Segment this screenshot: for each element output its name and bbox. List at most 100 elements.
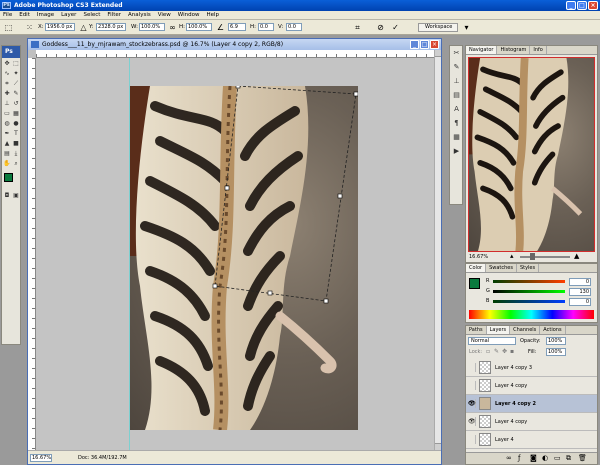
workspace-chevron-icon[interactable]: ▾ bbox=[461, 22, 472, 33]
navigator-zoom-value[interactable]: 16.67% bbox=[469, 254, 488, 260]
animation-icon[interactable]: ▶ bbox=[452, 147, 461, 156]
move-tool-icon[interactable]: ✥ bbox=[3, 60, 11, 68]
eyedropper-tool-icon[interactable]: ⤓ bbox=[12, 150, 20, 158]
lock-position-icon[interactable]: ✥ bbox=[502, 348, 507, 355]
eye-icon[interactable]: 👁 bbox=[468, 399, 476, 408]
tab-swatches[interactable]: Swatches bbox=[486, 264, 517, 272]
path-selection-tool-icon[interactable]: ▲ bbox=[3, 140, 11, 148]
menu-layer[interactable]: Layer bbox=[61, 12, 76, 18]
marquee-tool-icon[interactable]: ⬚ bbox=[12, 60, 20, 68]
layer-row[interactable]: Layer 4 bbox=[466, 431, 597, 449]
tool-presets-icon[interactable]: ✂ bbox=[452, 49, 461, 58]
brushes-icon[interactable]: ✎ bbox=[452, 63, 461, 72]
type-tool-icon[interactable]: T bbox=[12, 130, 20, 138]
magic-wand-tool-icon[interactable]: ✦ bbox=[12, 70, 20, 78]
layer-row[interactable]: 👁 Layer 4 copy bbox=[466, 413, 597, 431]
menu-analysis[interactable]: Analysis bbox=[128, 12, 151, 18]
skew-v-field[interactable]: 0.0 bbox=[286, 23, 302, 31]
layer-row[interactable]: Layer 4 copy bbox=[466, 377, 597, 395]
doc-maximize-button[interactable]: □ bbox=[420, 40, 429, 49]
new-group-icon[interactable]: ▭ bbox=[554, 454, 561, 462]
history-brush-tool-icon[interactable]: ↺ bbox=[12, 100, 20, 108]
menu-window[interactable]: Window bbox=[178, 12, 200, 18]
b-value-field[interactable]: 0 bbox=[569, 298, 591, 306]
menu-edit[interactable]: Edit bbox=[19, 12, 30, 18]
menu-filter[interactable]: Filter bbox=[107, 12, 121, 18]
skew-h-field[interactable]: 0.0 bbox=[258, 23, 274, 31]
zoom-out-icon[interactable]: ▴ bbox=[510, 252, 514, 260]
menu-file[interactable]: File bbox=[3, 12, 12, 18]
zoom-slider[interactable] bbox=[520, 256, 570, 258]
eraser-tool-icon[interactable]: ▭ bbox=[3, 110, 11, 118]
menu-image[interactable]: Image bbox=[37, 12, 54, 18]
ruler-horizontal[interactable] bbox=[36, 50, 434, 58]
doc-close-button[interactable]: × bbox=[430, 40, 439, 49]
transform-tool-icon[interactable]: ⬚ bbox=[3, 22, 14, 33]
shape-tool-icon[interactable]: ■ bbox=[12, 140, 20, 148]
screen-mode-icon[interactable]: ▣ bbox=[12, 192, 20, 200]
tab-info[interactable]: Info bbox=[530, 46, 547, 54]
tab-layers[interactable]: Layers bbox=[486, 326, 511, 334]
lock-transparent-icon[interactable]: ▫ bbox=[486, 348, 490, 355]
delete-layer-icon[interactable]: 🗑 bbox=[578, 454, 587, 462]
character-icon[interactable]: A bbox=[452, 105, 461, 114]
warp-toggle-icon[interactable]: ⌗ bbox=[352, 22, 363, 33]
paragraph-icon[interactable]: ¶ bbox=[452, 119, 461, 128]
vertical-scrollbar[interactable] bbox=[434, 50, 441, 450]
adjustment-layer-icon[interactable]: ◐ bbox=[542, 454, 548, 462]
lasso-tool-icon[interactable]: ∿ bbox=[3, 70, 11, 78]
close-button[interactable]: × bbox=[588, 1, 598, 10]
blur-tool-icon[interactable]: ◍ bbox=[3, 120, 11, 128]
workspace-button[interactable]: Workspace bbox=[418, 23, 458, 32]
color-foreground-swatch[interactable] bbox=[469, 278, 480, 289]
zoom-tool-icon[interactable]: ⌕ bbox=[12, 160, 20, 168]
g-slider[interactable] bbox=[493, 290, 565, 293]
menu-view[interactable]: View bbox=[158, 12, 171, 18]
commit-transform-icon[interactable]: ✓ bbox=[390, 22, 401, 33]
link-icon[interactable]: ∞ bbox=[167, 22, 178, 33]
angle-field[interactable]: 6.9 bbox=[228, 23, 246, 31]
visibility-off-icon[interactable] bbox=[468, 381, 476, 390]
new-layer-icon[interactable]: ⧉ bbox=[566, 454, 571, 463]
tab-actions[interactable]: Actions bbox=[540, 326, 566, 334]
doc-minimize-button[interactable]: _ bbox=[410, 40, 419, 49]
menu-select[interactable]: Select bbox=[83, 12, 100, 18]
tab-styles[interactable]: Styles bbox=[517, 264, 540, 272]
relative-position-icon[interactable]: △ bbox=[78, 22, 89, 33]
r-value-field[interactable]: 0 bbox=[569, 278, 591, 286]
blend-mode-select[interactable]: Normal bbox=[468, 337, 516, 345]
scroll-up-arrow-icon[interactable] bbox=[435, 50, 441, 57]
lock-all-icon[interactable]: ▪ bbox=[510, 348, 514, 355]
brush-tool-icon[interactable]: ✎ bbox=[12, 90, 20, 98]
dodge-tool-icon[interactable]: ● bbox=[12, 120, 20, 128]
zoom-slider-thumb[interactable] bbox=[530, 253, 535, 260]
crop-tool-icon[interactable]: ⌗ bbox=[3, 80, 11, 88]
history-icon[interactable]: ▤ bbox=[452, 91, 461, 100]
g-value-field[interactable]: 130 bbox=[569, 288, 591, 296]
layer-row[interactable]: Layer 4 copy 3 bbox=[466, 359, 597, 377]
tab-channels[interactable]: Channels bbox=[510, 326, 541, 334]
pen-tool-icon[interactable]: ✒ bbox=[3, 130, 11, 138]
minimize-button[interactable]: _ bbox=[566, 1, 576, 10]
zoom-level-field[interactable]: 16.67% bbox=[30, 454, 52, 462]
width-field[interactable]: 100.0% bbox=[139, 23, 165, 31]
eye-icon[interactable]: 👁 bbox=[468, 417, 476, 426]
foreground-color-swatch[interactable] bbox=[4, 173, 13, 182]
color-spectrum-bar[interactable] bbox=[469, 310, 594, 319]
tab-color[interactable]: Color bbox=[466, 264, 487, 272]
canvas-area[interactable] bbox=[36, 58, 434, 450]
r-slider[interactable] bbox=[493, 280, 565, 283]
document-canvas-image[interactable] bbox=[130, 86, 358, 430]
hand-tool-icon[interactable]: ✋ bbox=[3, 160, 11, 168]
gradient-tool-icon[interactable]: ▦ bbox=[12, 110, 20, 118]
height-field[interactable]: 100.0% bbox=[186, 23, 212, 31]
quick-mask-icon[interactable]: ◘ bbox=[3, 192, 11, 200]
ruler-vertical[interactable] bbox=[28, 58, 36, 450]
visibility-off-icon[interactable] bbox=[468, 363, 476, 372]
menu-help[interactable]: Help bbox=[206, 12, 219, 18]
zoom-in-icon[interactable]: ▲ bbox=[574, 252, 579, 260]
maximize-button[interactable]: □ bbox=[577, 1, 587, 10]
fill-field[interactable]: 100% bbox=[546, 348, 566, 356]
clone-stamp-tool-icon[interactable]: ⊥ bbox=[3, 100, 11, 108]
tab-navigator[interactable]: Navigator bbox=[466, 46, 498, 54]
